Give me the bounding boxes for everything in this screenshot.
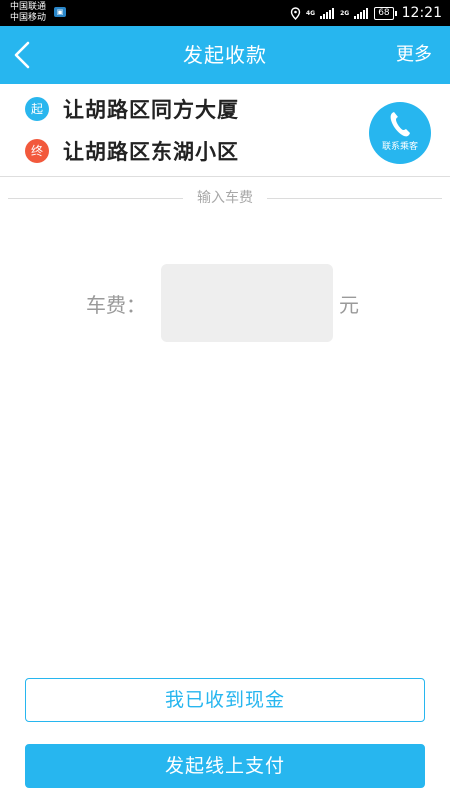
start-tag: 起 bbox=[25, 97, 49, 121]
phone-icon bbox=[390, 112, 410, 137]
network-type-1: 4G bbox=[305, 9, 316, 17]
cash-received-button[interactable]: 我已收到现金 bbox=[25, 678, 425, 722]
start-location-row: 起 让胡路区同方大厦 bbox=[25, 94, 239, 124]
signal-icon-1 bbox=[320, 7, 335, 19]
online-payment-button[interactable]: 发起线上支付 bbox=[25, 744, 425, 788]
carrier-2: 中国移动 bbox=[10, 13, 47, 23]
fare-label: 车费： bbox=[86, 293, 146, 317]
end-tag: 终 bbox=[25, 139, 49, 163]
carrier-1: 中国联通 bbox=[10, 2, 47, 12]
carrier-names: 中国联通 中国移动 bbox=[10, 2, 46, 24]
status-indicators: 4G 2G 68 12:21 bbox=[285, 0, 442, 26]
title-bar: 发起收款 更多 bbox=[0, 26, 450, 84]
route-section: 起 让胡路区同方大厦 终 让胡路区东湖小区 联系乘客 bbox=[0, 84, 450, 177]
divider-line-right bbox=[267, 198, 442, 199]
status-bar: 中国联通 中国移动 ▣ 4G 2G 68 12:21 bbox=[0, 0, 450, 26]
fare-input[interactable] bbox=[161, 264, 333, 342]
network-type-2: 2G bbox=[340, 9, 350, 17]
contact-passenger-button[interactable]: 联系乘客 bbox=[369, 102, 431, 164]
end-location: 让胡路区东湖小区 bbox=[63, 140, 239, 164]
clock: 12:21 bbox=[401, 5, 442, 21]
contact-passenger-label: 联系乘客 bbox=[381, 142, 418, 152]
end-location-row: 终 让胡路区东湖小区 bbox=[25, 136, 239, 166]
notification-icon: ▣ bbox=[54, 7, 66, 17]
fare-unit: 元 bbox=[339, 293, 359, 317]
signal-icon-2 bbox=[354, 7, 369, 19]
fare-section-divider: 输入车费 bbox=[8, 188, 442, 208]
battery-icon: 68 bbox=[374, 6, 398, 20]
start-location: 让胡路区同方大厦 bbox=[63, 98, 239, 122]
more-button[interactable]: 更多 bbox=[396, 26, 432, 84]
page-title: 发起收款 bbox=[183, 43, 267, 67]
location-icon bbox=[290, 6, 301, 20]
